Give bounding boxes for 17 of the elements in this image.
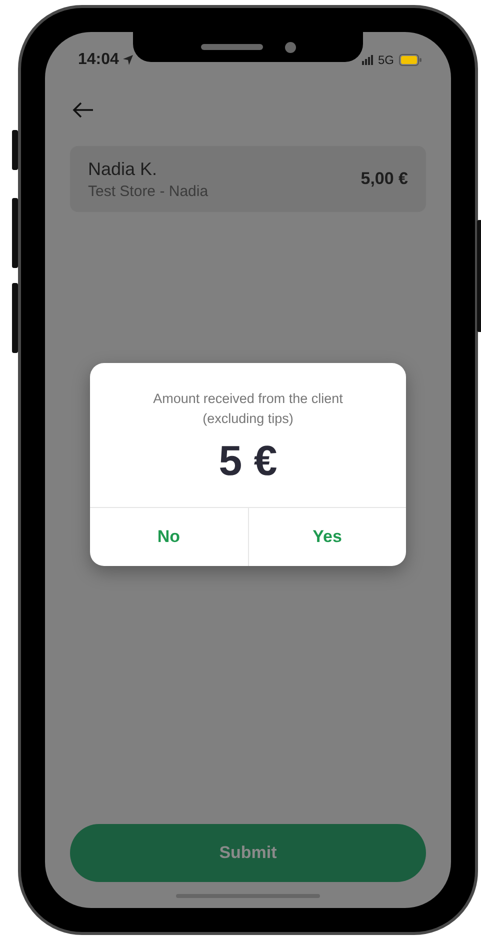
network-label: 5G	[378, 53, 394, 67]
status-time: 14:04	[78, 51, 119, 69]
submit-button[interactable]: Submit	[70, 824, 426, 882]
dialog-button[interactable]: No	[90, 508, 248, 566]
speaker-grille	[200, 44, 262, 50]
store-name: Test Store - Nadia	[88, 182, 208, 200]
back-arrow-icon[interactable]	[72, 102, 94, 118]
camera-dot	[284, 42, 296, 52]
dialog-amount: 5 €	[218, 437, 278, 485]
signal-icon	[362, 55, 373, 65]
battery-icon	[399, 54, 422, 66]
dialog-message: Amount received from the client (excluding tips)	[152, 390, 344, 428]
location-icon	[122, 54, 134, 66]
customer-name: Nadia K.	[88, 158, 158, 180]
dialog-button[interactable]: Yes	[248, 508, 406, 566]
order-card[interactable]: Nadia K. Test Store - Nadia 5,00 €	[70, 146, 426, 212]
order-amount: 5,00 €	[360, 169, 408, 189]
